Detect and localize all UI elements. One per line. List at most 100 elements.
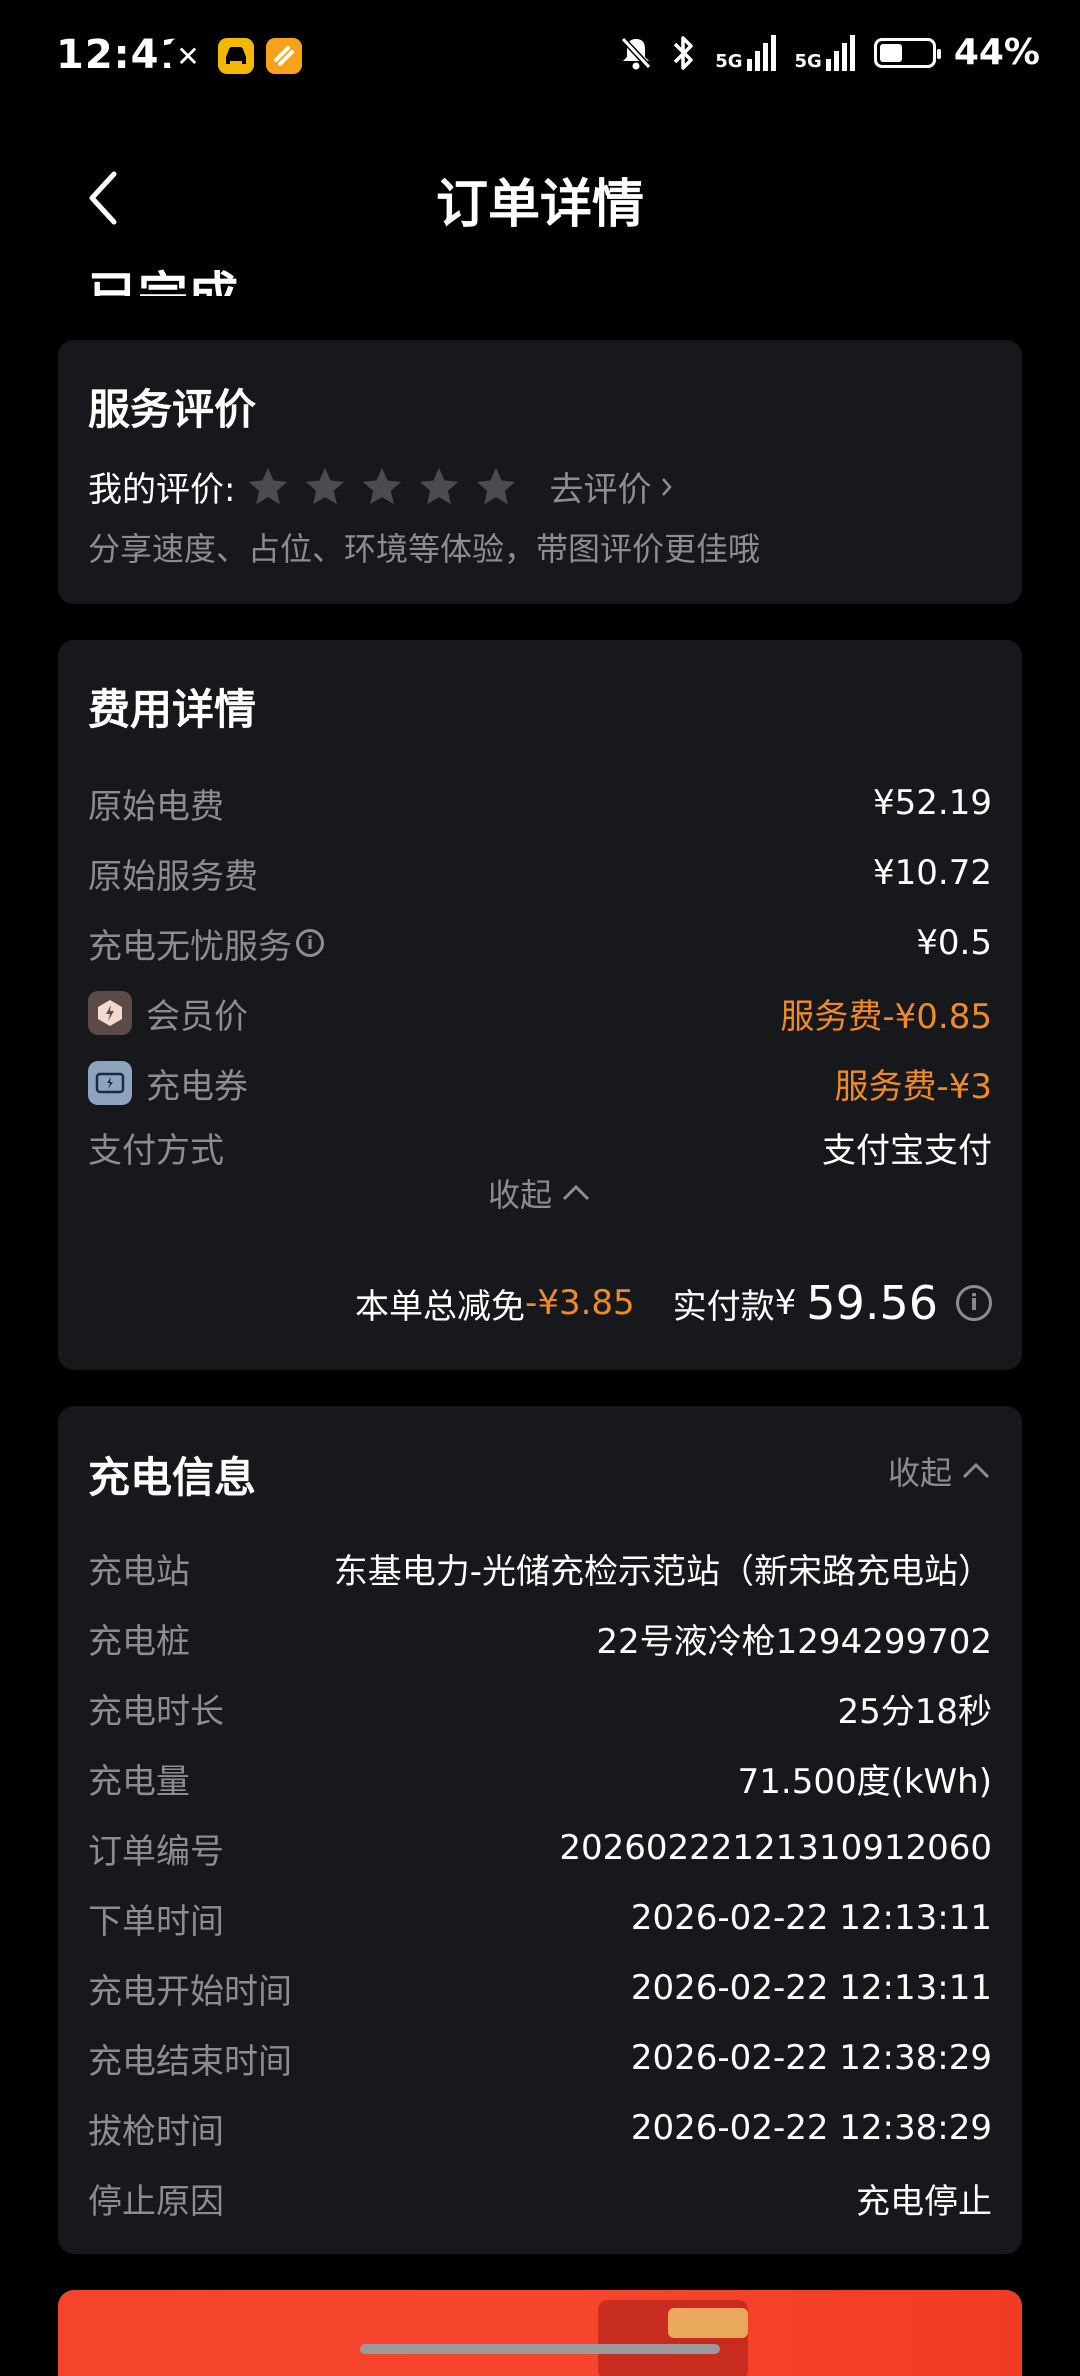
fee-label: 原始服务费 — [88, 856, 258, 897]
fee-title: 费用详情 — [88, 685, 257, 734]
bluetooth-icon — [673, 35, 693, 70]
fee-label: 原始电费 — [88, 786, 224, 827]
go-rate-label: 去评价 — [549, 470, 652, 510]
paid-currency: ¥ — [774, 1283, 797, 1323]
charging-label: 充电站 — [88, 1551, 190, 1592]
total-discount-label: 本单总减免 — [355, 1286, 526, 1327]
status-indicators: 5G 5G 44% — [619, 32, 1040, 73]
charging-label: 拔枪时间 — [88, 2111, 224, 2152]
charging-value: 20260222121310912060 — [559, 1828, 992, 1868]
fee-row: 充电券 服务费-¥3 — [88, 1058, 992, 1108]
battery-icon — [873, 37, 941, 68]
page-title: 订单详情 — [435, 175, 644, 235]
charging-row: 充电结束时间 2026-02-22 12:38:29 — [88, 2033, 992, 2083]
charging-row: 充电桩 22号液冷枪1294299702 — [88, 1613, 992, 1663]
charging-row: 拔枪时间 2026-02-22 12:38:29 — [88, 2103, 992, 2153]
info-icon[interactable]: i — [296, 929, 324, 957]
charging-card: 充电信息 收起 充电站 东基电力-光储充检示范站（新宋路充电站） 充电桩 22号… — [58, 1406, 1022, 2254]
charging-row: 充电开始时间 2026-02-22 12:13:11 — [88, 1963, 992, 2013]
rating-card: 服务评价 我的评价: 去评价 分享速度、占位、环境等体验，带图评价更佳哦 — [58, 340, 1022, 604]
fee-row: 原始服务费 ¥10.72 — [88, 848, 992, 898]
fee-collapse-toggle[interactable]: 收起 — [58, 1170, 1022, 1216]
fee-value: ¥10.72 — [873, 853, 992, 893]
charging-value: 2026-02-22 12:38:29 — [630, 2108, 992, 2148]
charging-label: 下单时间 — [88, 1901, 224, 1942]
rating-hint: 分享速度、占位、环境等体验，带图评价更佳哦 — [88, 530, 761, 568]
charging-value: 2026-02-22 12:13:11 — [630, 1898, 992, 1938]
charging-row: 充电时长 25分18秒 — [88, 1683, 992, 1733]
fee-row: 会员价 服务费-¥0.85 — [88, 988, 992, 1038]
fee-card: 费用详情 原始电费 ¥52.19 原始服务费 ¥10.72 充电无忧服务 i ¥0… — [58, 640, 1022, 1370]
collapse-label: 收起 — [887, 1454, 952, 1492]
close-app-icon: ✕ — [170, 38, 206, 74]
fee-row: 原始电费 ¥52.19 — [88, 778, 992, 828]
star-rating[interactable] — [245, 464, 519, 510]
status-app-icons: ✕ — [170, 38, 302, 74]
fee-row: 支付方式 支付宝支付 — [88, 1122, 992, 1172]
collapse-label: 收起 — [487, 1176, 552, 1214]
charging-label: 充电开始时间 — [88, 1971, 292, 2012]
fee-value: ¥0.5 — [916, 923, 992, 963]
fee-label: 充电券 — [146, 1066, 248, 1107]
fee-label: 支付方式 — [88, 1130, 224, 1171]
info-icon[interactable]: i — [956, 1285, 992, 1321]
rating-title: 服务评价 — [88, 385, 257, 434]
fee-label: 会员价 — [146, 996, 248, 1037]
charging-value: 25分18秒 — [837, 1691, 992, 1732]
fee-value: 服务费-¥3 — [834, 1066, 992, 1107]
charging-label: 充电量 — [88, 1761, 190, 1802]
signal-bars-icon — [746, 34, 776, 71]
star-icon[interactable] — [359, 464, 405, 510]
fee-value: 服务费-¥0.85 — [780, 996, 992, 1037]
charging-collapse-toggle[interactable]: 收起 — [888, 1448, 992, 1494]
charging-label: 停止原因 — [88, 2181, 224, 2222]
charging-value: 东基电力-光储充检示范站（新宋路充电站） — [333, 1551, 992, 1592]
coupon-icon — [88, 1061, 132, 1105]
fee-value: ¥52.19 — [873, 783, 992, 823]
signal-2: 5G — [795, 34, 856, 71]
charging-row: 停止原因 充电停止 — [88, 2173, 992, 2223]
charging-row: 充电站 东基电力-光储充检示范站（新宋路充电站） — [88, 1543, 992, 1593]
go-rate-link[interactable]: 去评价 — [549, 462, 677, 511]
my-rating-label: 我的评价: — [88, 470, 236, 510]
charging-value: 充电停止 — [856, 2181, 992, 2222]
star-icon[interactable] — [473, 464, 519, 510]
paid-label: 实付款 — [672, 1286, 775, 1327]
chevron-up-icon — [962, 1462, 990, 1479]
member-badge-icon — [88, 991, 132, 1035]
pay-app-icon — [266, 38, 302, 74]
charging-label: 充电结束时间 — [88, 2041, 292, 2082]
battery-fill — [879, 43, 902, 62]
charging-value: 2026-02-22 12:13:11 — [630, 1968, 992, 2008]
fee-summary: 本单总减免 -¥3.85 实付款 ¥ 59.56 i — [355, 1276, 992, 1330]
paid-amount: 59.56 — [806, 1276, 938, 1330]
battery-percent: 44% — [953, 32, 1040, 73]
fee-label: 充电无忧服务 — [88, 926, 292, 967]
fee-row: 充电无忧服务 i ¥0.5 — [88, 918, 992, 968]
charging-label: 充电时长 — [88, 1691, 224, 1732]
my-rating-row: 我的评价: 去评价 — [88, 462, 677, 511]
chevron-up-icon — [562, 1184, 590, 1201]
charging-row: 订单编号 20260222121310912060 — [88, 1823, 992, 1873]
charging-label: 充电桩 — [88, 1621, 190, 1662]
home-indicator[interactable] — [360, 2344, 720, 2354]
chevron-right-icon — [662, 477, 673, 496]
charging-row: 下单时间 2026-02-22 12:13:11 — [88, 1893, 992, 1943]
star-icon[interactable] — [416, 464, 462, 510]
charging-value: 71.500度(kWh) — [737, 1761, 992, 1802]
charging-value: 2026-02-22 12:38:29 — [630, 2038, 992, 2078]
star-icon[interactable] — [302, 464, 348, 510]
fee-value: 支付宝支付 — [822, 1130, 992, 1171]
charging-title: 充电信息 — [88, 1453, 257, 1502]
order-status-text: 已完成 — [88, 267, 238, 296]
signal-1: 5G — [715, 34, 776, 71]
charging-label: 订单编号 — [88, 1831, 224, 1872]
promo-banner[interactable] — [58, 2290, 1022, 2376]
car-app-icon — [218, 38, 254, 74]
status-time: 12:41 — [56, 32, 189, 78]
banner-decoration — [668, 2308, 748, 2338]
charging-value: 22号液冷枪1294299702 — [596, 1621, 992, 1662]
mute-bell-icon — [621, 36, 652, 69]
star-icon[interactable] — [245, 464, 291, 510]
signal-bars-icon — [825, 34, 855, 71]
